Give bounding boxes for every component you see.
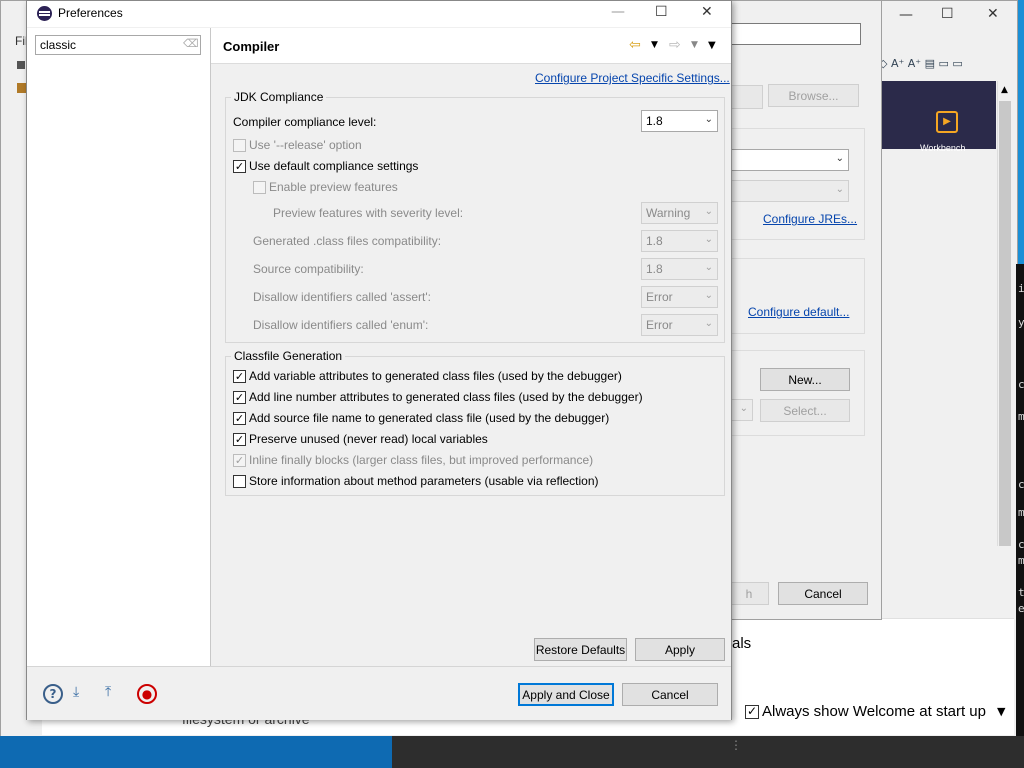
page-header: Compiler ⇦ ▼ ⇨ ▼ ▼: [211, 28, 731, 64]
eclipse-logo-icon: [37, 6, 52, 21]
bg-cancel-button[interactable]: Cancel: [778, 582, 868, 605]
scroll-down-icon[interactable]: ▼: [997, 705, 1005, 718]
chevron-down-icon: ⌄: [704, 234, 713, 245]
default-compliance-label: Use default compliance settings: [249, 159, 419, 173]
bg-combo-3: ⌄: [729, 399, 753, 421]
dialog-titlebar[interactable]: Preferences — ☐ ✕: [27, 1, 731, 27]
back-arrow-icon[interactable]: ⇦: [629, 37, 641, 53]
back-menu-chevron-icon[interactable]: ▼: [651, 40, 658, 50]
preview-severity-label: Preview features with severity level:: [273, 206, 464, 220]
always-show-welcome-label: Always show Welcome at start up: [762, 703, 986, 720]
jdk-compliance-label: JDK Compliance: [231, 90, 327, 104]
enum-select[interactable]: Error ⌄: [641, 314, 718, 336]
bg-toolbar-icons[interactable]: ◇ A⁺ A⁺ ▤ ▭ ▭: [879, 57, 963, 70]
dialog-button-bar: ? ⤓ ⤒ ● Apply and Close Cancel: [27, 666, 731, 720]
configure-jres-link[interactable]: Configure JREs...: [763, 212, 857, 226]
bg-combo-2: ⌄: [729, 180, 849, 202]
source-file-name-label: Add source file name to generated class …: [249, 411, 610, 425]
preview-severity-select[interactable]: Warning ⌄: [641, 202, 718, 224]
variable-attributes-label: Add variable attributes to generated cla…: [249, 369, 622, 383]
release-option-checkbox[interactable]: [233, 139, 246, 152]
class-compat-select[interactable]: 1.8 ⌄: [641, 230, 718, 252]
chevron-down-icon: ⌄: [704, 114, 713, 125]
method-parameters-checkbox[interactable]: [233, 475, 246, 488]
configure-default-link[interactable]: Configure default...: [748, 305, 849, 319]
always-show-welcome-checkbox[interactable]: ✓: [745, 705, 759, 719]
clear-filter-icon[interactable]: ⌫: [183, 37, 199, 50]
configure-project-settings-link[interactable]: Configure Project Specific Settings...: [535, 71, 730, 85]
minimize-icon[interactable]: —: [611, 4, 625, 20]
default-compliance-checkbox[interactable]: ✓: [233, 160, 246, 173]
export-icon[interactable]: ⤒: [105, 684, 127, 704]
bg-group-2: [729, 258, 865, 334]
bg-group-3: [729, 350, 865, 436]
preview-features-checkbox[interactable]: [253, 181, 266, 194]
workbench-label: Workbench: [920, 143, 966, 153]
method-parameters-label: Store information about method parameter…: [249, 474, 599, 488]
preferences-dialog: Preferences — ☐ ✕ classic ⌫ Compiler ⇦ ▼…: [26, 0, 732, 720]
apply-button[interactable]: Apply: [635, 638, 725, 661]
view-menu-icon[interactable]: ▼: [708, 40, 716, 51]
source-compat-label: Source compatibility:: [253, 262, 364, 276]
line-number-attributes-label: Add line number attributes to generated …: [249, 390, 643, 404]
assert-select[interactable]: Error ⌄: [641, 286, 718, 308]
source-compat-select[interactable]: 1.8 ⌄: [641, 258, 718, 280]
bg-scrollbar[interactable]: ▲: [997, 81, 1013, 546]
compliance-level-label: Compiler compliance level:: [233, 115, 377, 129]
record-icon[interactable]: ●: [137, 684, 157, 704]
new-button[interactable]: New...: [760, 368, 850, 391]
maximize-icon[interactable]: ☐: [655, 4, 668, 20]
preserve-unused-checkbox[interactable]: ✓: [233, 433, 246, 446]
bg-minimize-icon[interactable]: —: [899, 7, 913, 23]
taskbar-dark-region: ⋮: [392, 736, 1024, 768]
close-icon[interactable]: ✕: [701, 4, 713, 20]
bg-maximize-icon[interactable]: ☐: [941, 6, 954, 22]
class-compat-label: Generated .class files compatibility:: [253, 234, 442, 248]
chevron-down-icon: ⌄: [704, 262, 713, 273]
compliance-level-select[interactable]: 1.8 ⌄: [641, 110, 718, 132]
line-number-attributes-checkbox[interactable]: ✓: [233, 391, 246, 404]
chevron-down-icon: ⌄: [704, 318, 713, 329]
enum-label: Disallow identifiers called 'enum':: [253, 318, 429, 332]
scroll-up-icon[interactable]: ▲: [1001, 85, 1008, 95]
tutorials-partial: als: [732, 635, 752, 652]
forward-menu-chevron-icon[interactable]: ▼: [691, 40, 698, 50]
apply-and-close-button[interactable]: Apply and Close: [518, 683, 614, 706]
bg-disabled-field: [729, 85, 763, 109]
page-title: Compiler: [223, 39, 280, 54]
import-icon[interactable]: ⤓: [73, 684, 95, 704]
preference-page: Compiler ⇦ ▼ ⇨ ▼ ▼ Configure Project Spe…: [211, 28, 731, 666]
scroll-thumb[interactable]: [999, 101, 1011, 546]
forward-arrow-icon[interactable]: ⇨: [669, 37, 681, 53]
bg-close-icon[interactable]: ✕: [987, 6, 999, 22]
preview-features-label: Enable preview features: [269, 180, 398, 194]
chevron-down-icon: ⌄: [704, 206, 713, 217]
assert-label: Disallow identifiers called 'assert':: [253, 290, 431, 304]
welcome-tile-workbench[interactable]: ▶ Workbench: [880, 81, 996, 153]
help-icon[interactable]: ?: [43, 684, 63, 704]
preference-tree-pane: classic ⌫: [27, 28, 211, 666]
bg-text-field[interactable]: [729, 23, 861, 45]
terminal-strip: i y c m c m c m t e: [1016, 264, 1024, 754]
release-option-label: Use '--release' option: [249, 138, 362, 152]
restore-defaults-button[interactable]: Restore Defaults: [534, 638, 627, 661]
source-file-name-checkbox[interactable]: ✓: [233, 412, 246, 425]
preserve-unused-label: Preserve unused (never read) local varia…: [249, 432, 488, 446]
finish-button-partial[interactable]: h: [729, 582, 769, 605]
classfile-generation-label: Classfile Generation: [231, 349, 346, 363]
select-button[interactable]: Select...: [760, 399, 850, 422]
chevron-down-icon: ⌄: [704, 290, 713, 301]
dialog-title: Preferences: [58, 6, 123, 20]
play-icon: ▶: [936, 111, 958, 133]
cancel-button[interactable]: Cancel: [622, 683, 718, 706]
inline-finally-label: Inline finally blocks (larger class file…: [249, 453, 594, 467]
bg-combo-1[interactable]: ⌄: [729, 149, 849, 171]
variable-attributes-checkbox[interactable]: ✓: [233, 370, 246, 383]
inline-finally-checkbox[interactable]: ✓: [233, 454, 246, 467]
filter-input[interactable]: classic: [35, 35, 201, 55]
resize-grip-icon[interactable]: ⋮: [730, 738, 742, 752]
browse-button[interactable]: Browse...: [768, 84, 859, 107]
